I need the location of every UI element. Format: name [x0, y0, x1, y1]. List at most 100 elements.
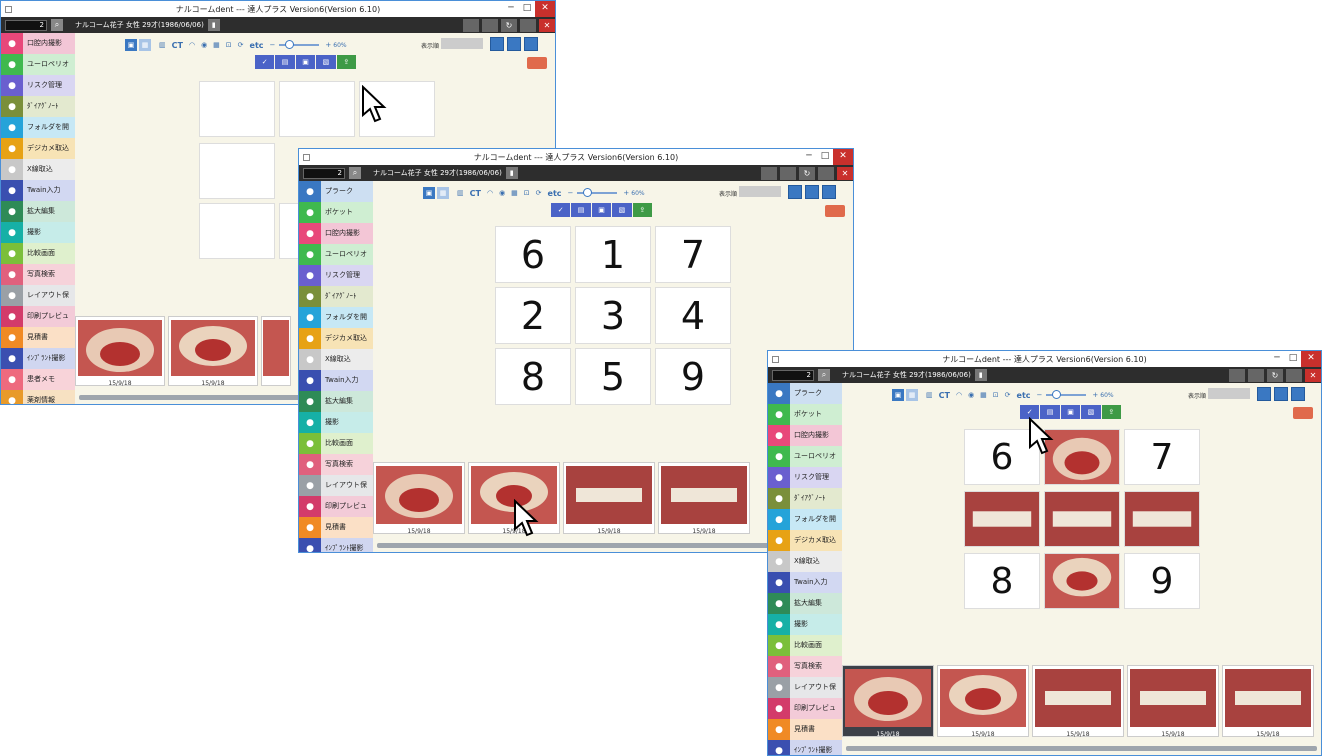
sidebar-item[interactable]: ● リスク管理	[1, 75, 75, 96]
single-view-icon[interactable]: ▣	[892, 389, 904, 401]
frame-icon[interactable]: ▣	[1060, 405, 1081, 419]
refresh-icon[interactable]: ↻	[501, 18, 517, 32]
thumbnail[interactable]: 15/9/18	[1032, 665, 1124, 738]
exit-icon[interactable]: ✕	[539, 18, 555, 32]
thumbnail-selected[interactable]: 15/9/18	[842, 665, 934, 738]
sidebar-item[interactable]: ● 写真検索	[299, 454, 373, 475]
sidebar-item[interactable]: ● デジカメ取込	[299, 328, 373, 349]
grid-cell[interactable]	[279, 203, 299, 259]
thumbnail[interactable]: 15/9/18	[658, 462, 750, 535]
grid-cell-number[interactable]: 2	[495, 287, 571, 344]
minimize-button[interactable]: ─	[1269, 351, 1285, 367]
thumbnail[interactable]: 15/9/18	[373, 462, 465, 535]
user-icon[interactable]	[818, 166, 834, 180]
sidebar-item[interactable]: ● リスク管理	[768, 467, 842, 488]
sort-select[interactable]	[739, 186, 781, 197]
grid-cell-number[interactable]: 9	[655, 348, 731, 405]
single-view-icon[interactable]: ▣	[125, 39, 137, 51]
thumbnail[interactable]: 15/9/18	[563, 462, 655, 535]
close-button[interactable]: ✕	[1301, 351, 1321, 367]
export-icon[interactable]	[524, 37, 538, 51]
camera-view-icon[interactable]: ◉	[201, 41, 207, 49]
etc-button[interactable]: etc	[1017, 391, 1031, 400]
sidebar-item[interactable]: ● X線取込	[299, 349, 373, 370]
thumbnail[interactable]: 15/9/18	[937, 665, 1029, 738]
patient-id-field[interactable]: 2	[772, 369, 814, 381]
monitor-icon[interactable]	[1229, 368, 1245, 382]
grid-cell-photo[interactable]	[1044, 491, 1120, 547]
grid-cell[interactable]	[279, 81, 355, 137]
multi-view-icon[interactable]: ▦	[906, 389, 918, 401]
grid-view-icon[interactable]: ▦	[980, 391, 987, 399]
sidebar-item[interactable]: ●印刷プレビュー	[1, 306, 75, 341]
monitor-icon[interactable]	[761, 166, 777, 180]
grid-cell-number[interactable]: 9	[1124, 553, 1200, 609]
sidebar-item[interactable]: ● 拡大編集	[1, 201, 75, 222]
exit-icon[interactable]: ✕	[1305, 368, 1321, 382]
image-icon[interactable]: ▧	[1081, 405, 1101, 419]
rotate-icon[interactable]: ⟳	[1005, 391, 1011, 399]
sidebar-item[interactable]: ● 比較画面	[299, 433, 373, 454]
thumbnail[interactable]: 15/9/18	[168, 316, 258, 387]
etc-button[interactable]: etc	[548, 189, 562, 198]
sidebar-item[interactable]: ● デジカメ取込	[1, 138, 75, 159]
thumbnail[interactable]	[261, 316, 291, 386]
refresh-icon[interactable]: ↻	[1267, 368, 1283, 382]
sidebar-item[interactable]: ●レイアウト保存	[299, 475, 373, 510]
settings-button[interactable]	[825, 205, 845, 217]
sidebar-item[interactable]: ● Twain入力	[299, 370, 373, 391]
sidebar-item[interactable]: ● ユーロペリオ	[768, 446, 842, 467]
sidebar-item[interactable]: ● 写真検索	[768, 656, 842, 677]
grid-cell-number[interactable]: 3	[575, 287, 651, 344]
patient-id-field[interactable]: 2	[5, 19, 47, 31]
settings-button[interactable]	[527, 57, 547, 69]
grid-view-icon[interactable]: ▦	[213, 41, 220, 49]
sidebar-item[interactable]: ● ｲﾝﾌﾟﾗﾝﾄ撮影	[768, 740, 842, 755]
sidebar-item[interactable]: ● プラーク	[299, 181, 373, 202]
zoom-icon[interactable]	[1274, 387, 1288, 401]
sidebar-item[interactable]: ● ﾀﾞｲｱｸﾞﾉｰﾄ	[768, 488, 842, 509]
export-icon[interactable]	[822, 185, 836, 199]
sidebar-item[interactable]: ● ｲﾝﾌﾟﾗﾝﾄ撮影	[299, 538, 373, 552]
teeth-icon[interactable]: ▥	[159, 41, 166, 49]
grid-cell-number[interactable]: 8	[964, 553, 1040, 609]
ct-button[interactable]: CT	[939, 391, 950, 400]
sidebar-item[interactable]: ● 口腔内撮影	[1, 33, 75, 54]
display-icon[interactable]	[482, 18, 498, 32]
ct-button[interactable]: CT	[172, 41, 183, 50]
grid-cell-number[interactable]: 6	[495, 226, 571, 283]
grid-cell-number[interactable]: 8	[495, 348, 571, 405]
upload-icon[interactable]: ⇪	[1101, 405, 1122, 419]
maximize-button[interactable]: □	[1285, 351, 1301, 367]
monitor-icon[interactable]	[463, 18, 479, 32]
sidebar-item[interactable]: ● Twain入力	[768, 572, 842, 593]
sidebar-item[interactable]: ● 撮影	[1, 222, 75, 243]
sidebar-item[interactable]: ● ポケット	[299, 202, 373, 223]
upload-icon[interactable]: ⇪	[632, 203, 653, 217]
sidebar-item[interactable]: ● 見積書	[768, 719, 842, 740]
display-icon[interactable]	[780, 166, 796, 180]
zoom-minus[interactable]: −	[270, 41, 276, 49]
zoom-minus[interactable]: −	[568, 189, 574, 197]
search-icon[interactable]: ⌕	[349, 167, 361, 179]
list-icon[interactable]	[1257, 387, 1271, 401]
multi-view-icon[interactable]: ▦	[437, 187, 449, 199]
zoom-plus[interactable]: +	[1092, 391, 1098, 399]
scan-icon[interactable]: ⊡	[993, 391, 999, 399]
frame-icon[interactable]: ▣	[591, 203, 612, 217]
sort-select[interactable]	[1208, 388, 1250, 399]
grid-cell-photo[interactable]	[964, 491, 1040, 547]
sidebar-item[interactable]: ●レイアウト保存	[768, 677, 842, 712]
sidebar-item[interactable]: ● Twain入力	[1, 180, 75, 201]
scrollbar[interactable]	[846, 746, 1317, 751]
image-icon[interactable]: ▧	[316, 55, 336, 69]
grid-cell-number[interactable]: 1	[575, 226, 651, 283]
book-icon[interactable]: ▮	[207, 19, 220, 31]
sidebar-item[interactable]: ● ユーロペリオ	[299, 244, 373, 265]
check-icon[interactable]: ✓	[551, 203, 571, 217]
grid-cell[interactable]	[199, 203, 275, 259]
ct-button[interactable]: CT	[470, 189, 481, 198]
settings-button[interactable]	[1293, 407, 1313, 419]
search-icon[interactable]: ⌕	[51, 19, 63, 31]
zoom-slider[interactable]	[279, 40, 320, 49]
